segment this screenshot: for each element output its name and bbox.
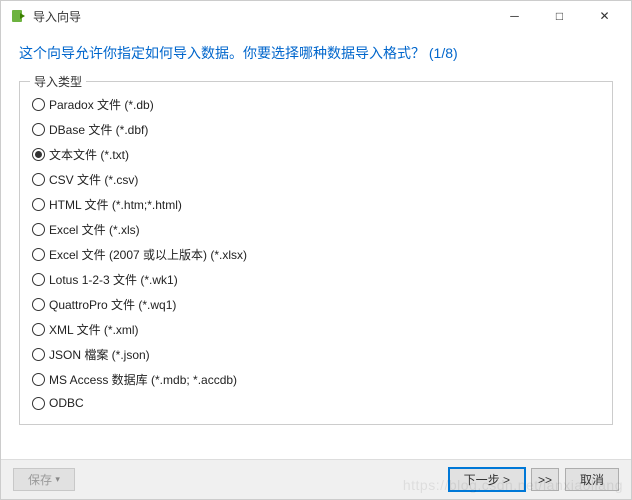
- import-type-option[interactable]: Paradox 文件 (*.db): [32, 92, 600, 117]
- import-type-option[interactable]: CSV 文件 (*.csv): [32, 167, 600, 192]
- radio-icon: [32, 373, 45, 386]
- option-label: HTML 文件 (*.htm;*.html): [49, 196, 182, 213]
- save-button[interactable]: 保存 ▾: [13, 468, 75, 491]
- radio-icon: [32, 348, 45, 361]
- option-label: JSON 檔案 (*.json): [49, 346, 150, 363]
- radio-icon: [32, 397, 45, 410]
- radio-icon: [32, 323, 45, 336]
- import-type-option[interactable]: DBase 文件 (*.dbf): [32, 117, 600, 142]
- import-type-option[interactable]: Lotus 1-2-3 文件 (*.wk1): [32, 267, 600, 292]
- titlebar: 导入向导 ─ □ ✕: [1, 1, 631, 31]
- radio-icon: [32, 173, 45, 186]
- cancel-label: 取消: [580, 471, 604, 488]
- caret-down-icon: ▾: [55, 474, 60, 485]
- radio-icon: [32, 298, 45, 311]
- radio-icon: [32, 98, 45, 111]
- maximize-icon: □: [556, 9, 563, 23]
- radio-icon: [32, 123, 45, 136]
- option-label: 文本文件 (*.txt): [49, 146, 129, 163]
- wizard-headline: 这个向导允许你指定如何导入数据。你要选择哪种数据导入格式？ (1/8): [1, 31, 631, 81]
- minimize-icon: ─: [510, 9, 519, 23]
- option-label: ODBC: [49, 396, 84, 410]
- option-label: DBase 文件 (*.dbf): [49, 121, 148, 138]
- option-label: MS Access 数据库 (*.mdb; *.accdb): [49, 371, 237, 388]
- radio-icon: [32, 198, 45, 211]
- app-icon: [11, 8, 27, 24]
- import-type-option[interactable]: Excel 文件 (*.xls): [32, 217, 600, 242]
- option-label: Excel 文件 (2007 或以上版本) (*.xlsx): [49, 246, 247, 263]
- maximize-button[interactable]: □: [537, 1, 582, 31]
- option-label: CSV 文件 (*.csv): [49, 171, 138, 188]
- option-label: XML 文件 (*.xml): [49, 321, 139, 338]
- save-label: 保存: [28, 471, 52, 488]
- close-icon: ✕: [599, 9, 609, 23]
- import-type-option[interactable]: 文本文件 (*.txt): [32, 142, 600, 167]
- expand-button[interactable]: >>: [531, 468, 559, 491]
- import-type-option[interactable]: XML 文件 (*.xml): [32, 317, 600, 342]
- option-label: Lotus 1-2-3 文件 (*.wk1): [49, 271, 178, 288]
- import-type-option[interactable]: HTML 文件 (*.htm;*.html): [32, 192, 600, 217]
- expand-label: >>: [538, 473, 552, 487]
- option-label: Paradox 文件 (*.db): [49, 96, 154, 113]
- import-type-option[interactable]: MS Access 数据库 (*.mdb; *.accdb): [32, 367, 600, 392]
- next-button[interactable]: 下一步 >: [449, 468, 525, 491]
- import-type-group: 导入类型 Paradox 文件 (*.db)DBase 文件 (*.dbf)文本…: [19, 81, 613, 425]
- next-label: 下一步 >: [464, 471, 510, 488]
- footer-bar: 保存 ▾ 下一步 > >> 取消: [1, 459, 631, 499]
- option-label: QuattroPro 文件 (*.wq1): [49, 296, 176, 313]
- import-type-option[interactable]: ODBC: [32, 392, 600, 414]
- import-type-option[interactable]: JSON 檔案 (*.json): [32, 342, 600, 367]
- cancel-button[interactable]: 取消: [565, 468, 619, 491]
- group-legend: 导入类型: [30, 73, 86, 90]
- close-button[interactable]: ✕: [582, 1, 627, 31]
- radio-icon: [32, 223, 45, 236]
- import-type-option[interactable]: Excel 文件 (2007 或以上版本) (*.xlsx): [32, 242, 600, 267]
- radio-icon: [32, 248, 45, 261]
- minimize-button[interactable]: ─: [492, 1, 537, 31]
- radio-icon: [32, 148, 45, 161]
- import-type-option[interactable]: QuattroPro 文件 (*.wq1): [32, 292, 600, 317]
- option-label: Excel 文件 (*.xls): [49, 221, 140, 238]
- radio-icon: [32, 273, 45, 286]
- window-title: 导入向导: [33, 8, 81, 25]
